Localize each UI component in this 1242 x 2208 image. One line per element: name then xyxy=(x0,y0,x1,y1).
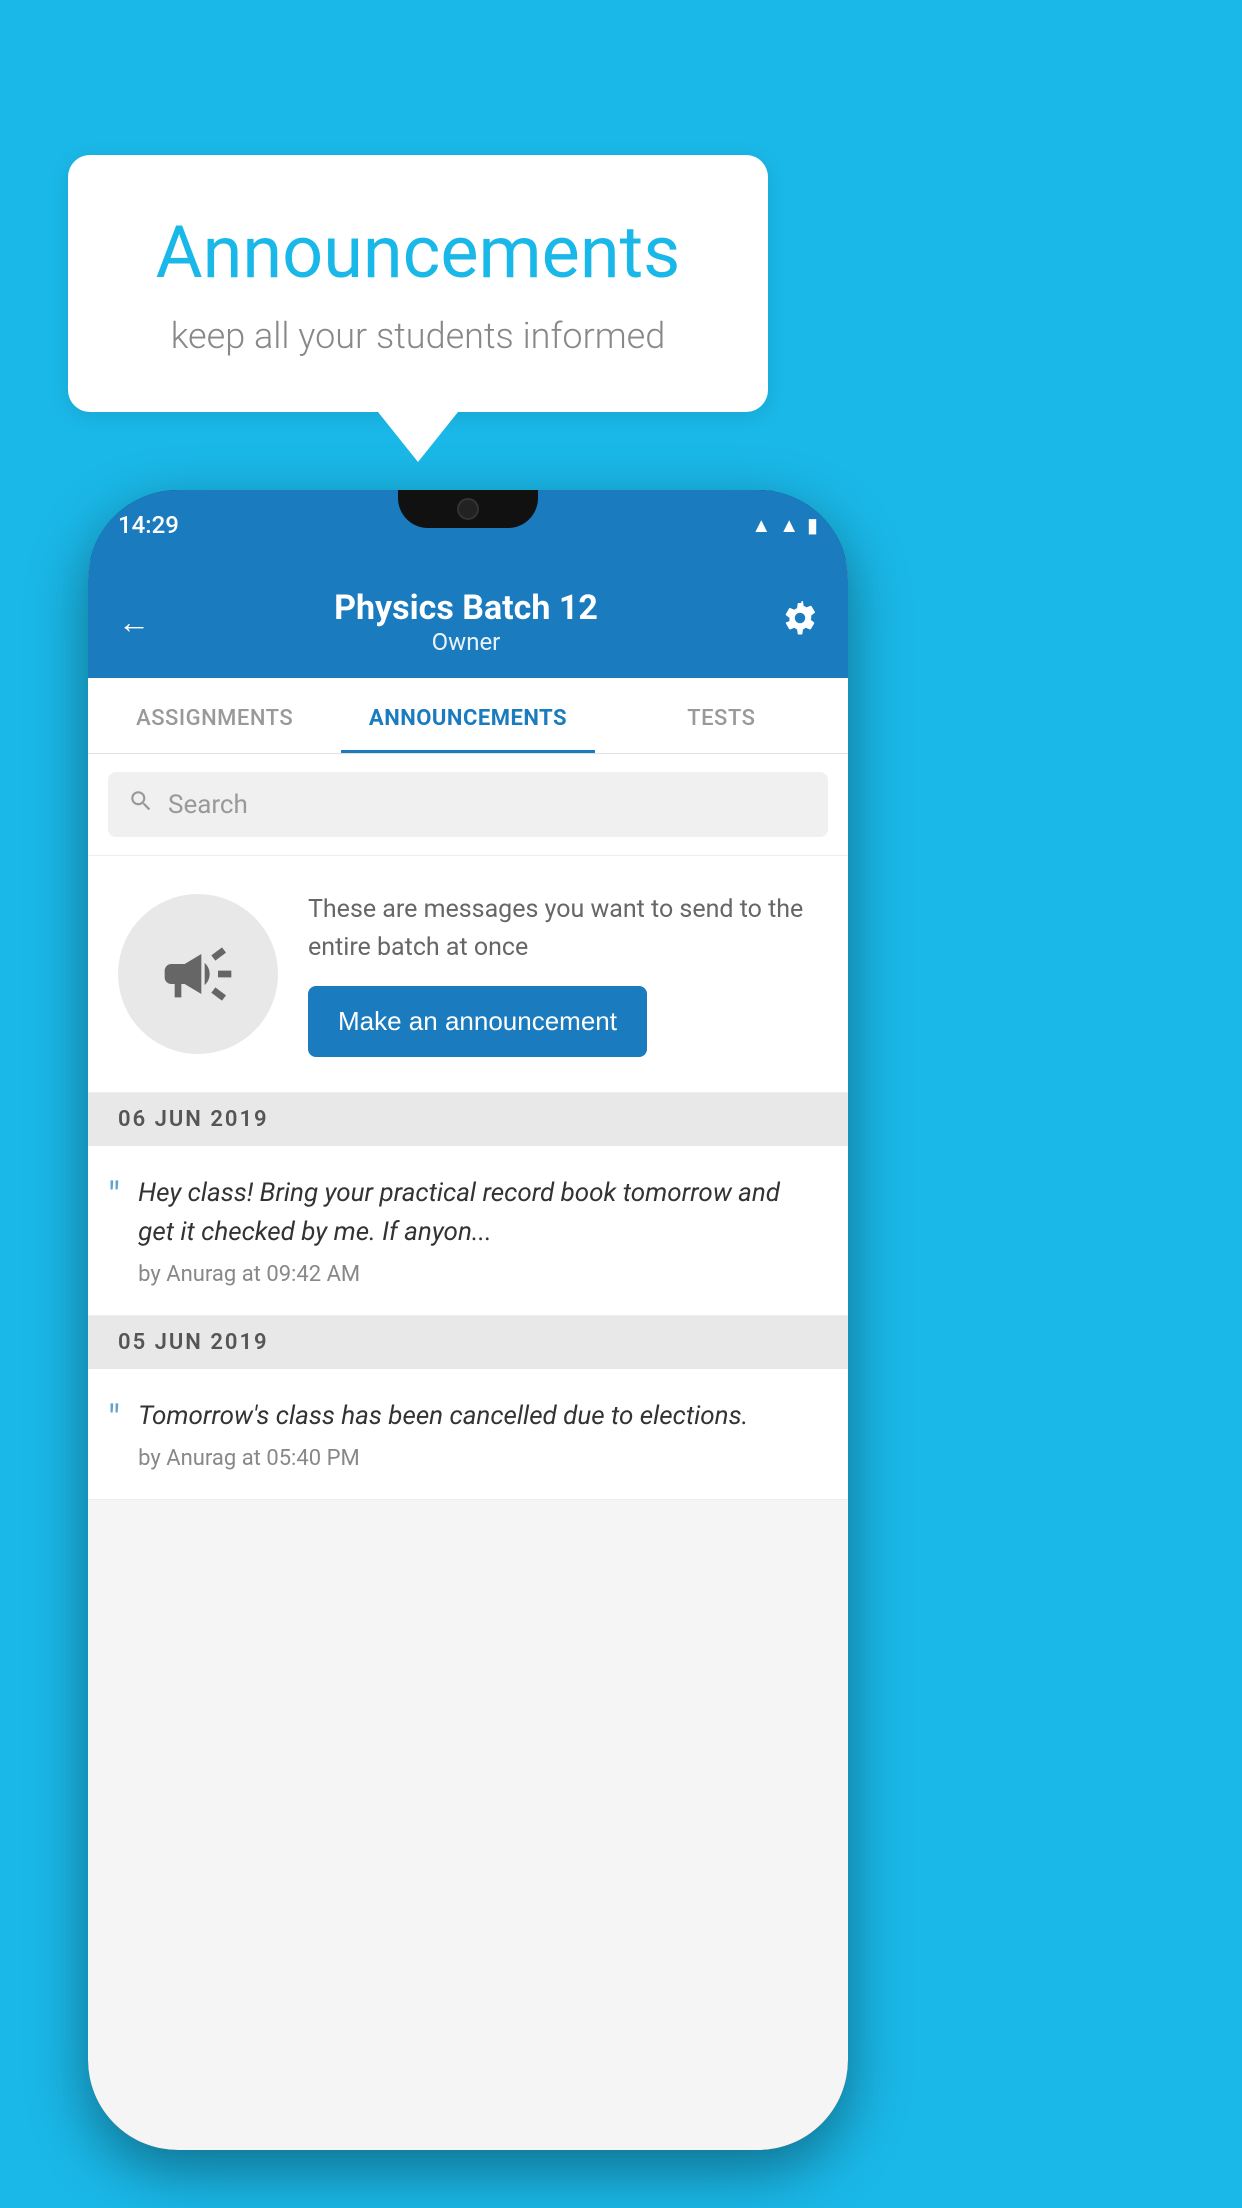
promo-section: These are messages you want to send to t… xyxy=(88,856,848,1093)
quote-icon-1: " xyxy=(108,1178,120,1216)
promo-description: These are messages you want to send to t… xyxy=(308,891,818,966)
status-time: 14:29 xyxy=(118,511,179,539)
phone-notch xyxy=(398,490,538,528)
phone-screen: ← Physics Batch 12 Owner ASSIGNMENTS ANN… xyxy=(88,560,848,2150)
quote-icon-2: " xyxy=(108,1401,120,1439)
tab-announcements[interactable]: ANNOUNCEMENTS xyxy=(341,678,594,753)
speech-bubble-section: Announcements keep all your students inf… xyxy=(68,155,768,462)
wifi-icon: ▲ xyxy=(751,513,771,538)
make-announcement-button[interactable]: Make an announcement xyxy=(308,986,647,1057)
search-section: Search xyxy=(88,754,848,856)
announcement-content-2: Tomorrow's class has been cancelled due … xyxy=(138,1397,818,1471)
announcement-content-1: Hey class! Bring your practical record b… xyxy=(138,1174,818,1287)
speech-bubble-card: Announcements keep all your students inf… xyxy=(68,155,768,412)
announcement-item-2[interactable]: " Tomorrow's class has been cancelled du… xyxy=(88,1369,848,1500)
promo-content: These are messages you want to send to t… xyxy=(308,891,818,1057)
front-camera xyxy=(457,498,479,520)
speech-bubble-tail xyxy=(378,412,458,462)
tab-tests[interactable]: TESTS xyxy=(595,678,848,753)
signal-icon: ▲ xyxy=(779,513,799,538)
announcement-item-1[interactable]: " Hey class! Bring your practical record… xyxy=(88,1146,848,1316)
status-icons: ▲ ▲ ▮ xyxy=(751,513,818,538)
phone-frame: 14:29 ▲ ▲ ▮ ← Physics Batch 12 Owner xyxy=(88,490,848,2150)
announcement-text-2: Tomorrow's class has been cancelled due … xyxy=(138,1397,818,1436)
status-bar: 14:29 ▲ ▲ ▮ xyxy=(88,490,848,560)
search-placeholder-text: Search xyxy=(168,790,248,820)
settings-button[interactable] xyxy=(782,600,818,644)
date-divider-june-5: 05 JUN 2019 xyxy=(88,1316,848,1369)
search-input-wrapper[interactable]: Search xyxy=(108,772,828,837)
batch-title: Physics Batch 12 xyxy=(334,588,598,628)
speech-bubble-subtitle: keep all your students informed xyxy=(118,315,718,357)
battery-icon: ▮ xyxy=(807,513,818,537)
tabs-bar: ASSIGNMENTS ANNOUNCEMENTS TESTS xyxy=(88,678,848,754)
announcement-meta-2: by Anurag at 05:40 PM xyxy=(138,1446,818,1471)
header-title-group: Physics Batch 12 Owner xyxy=(334,588,598,656)
date-divider-june-6: 06 JUN 2019 xyxy=(88,1093,848,1146)
tab-assignments[interactable]: ASSIGNMENTS xyxy=(88,678,341,753)
announcement-icon-circle xyxy=(118,894,278,1054)
back-button[interactable]: ← xyxy=(118,603,150,641)
announcement-meta-1: by Anurag at 09:42 AM xyxy=(138,1262,818,1287)
search-icon xyxy=(128,788,154,821)
owner-label: Owner xyxy=(334,628,598,656)
app-header: ← Physics Batch 12 Owner xyxy=(88,560,848,678)
speech-bubble-title: Announcements xyxy=(118,210,718,295)
announcement-text-1: Hey class! Bring your practical record b… xyxy=(138,1174,818,1252)
